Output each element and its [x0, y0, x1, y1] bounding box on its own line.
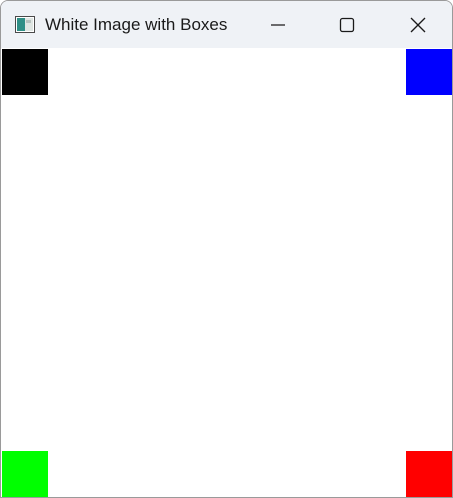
maximize-icon	[339, 17, 355, 33]
image-app-icon	[15, 16, 35, 33]
red-box-bottom-right	[406, 451, 452, 497]
maximize-button[interactable]	[324, 1, 370, 48]
minimize-button[interactable]	[255, 1, 301, 48]
image-canvas	[1, 48, 452, 497]
close-icon	[409, 16, 427, 34]
green-box-bottom-left	[2, 451, 48, 497]
window-title: White Image with Boxes	[45, 15, 228, 34]
blue-box-top-right	[406, 49, 452, 95]
title-bar[interactable]: White Image with Boxes	[1, 1, 452, 48]
minimize-icon	[270, 17, 286, 33]
app-window: White Image with Boxes	[0, 0, 453, 498]
close-button[interactable]	[395, 1, 441, 48]
black-box-top-left	[2, 49, 48, 95]
